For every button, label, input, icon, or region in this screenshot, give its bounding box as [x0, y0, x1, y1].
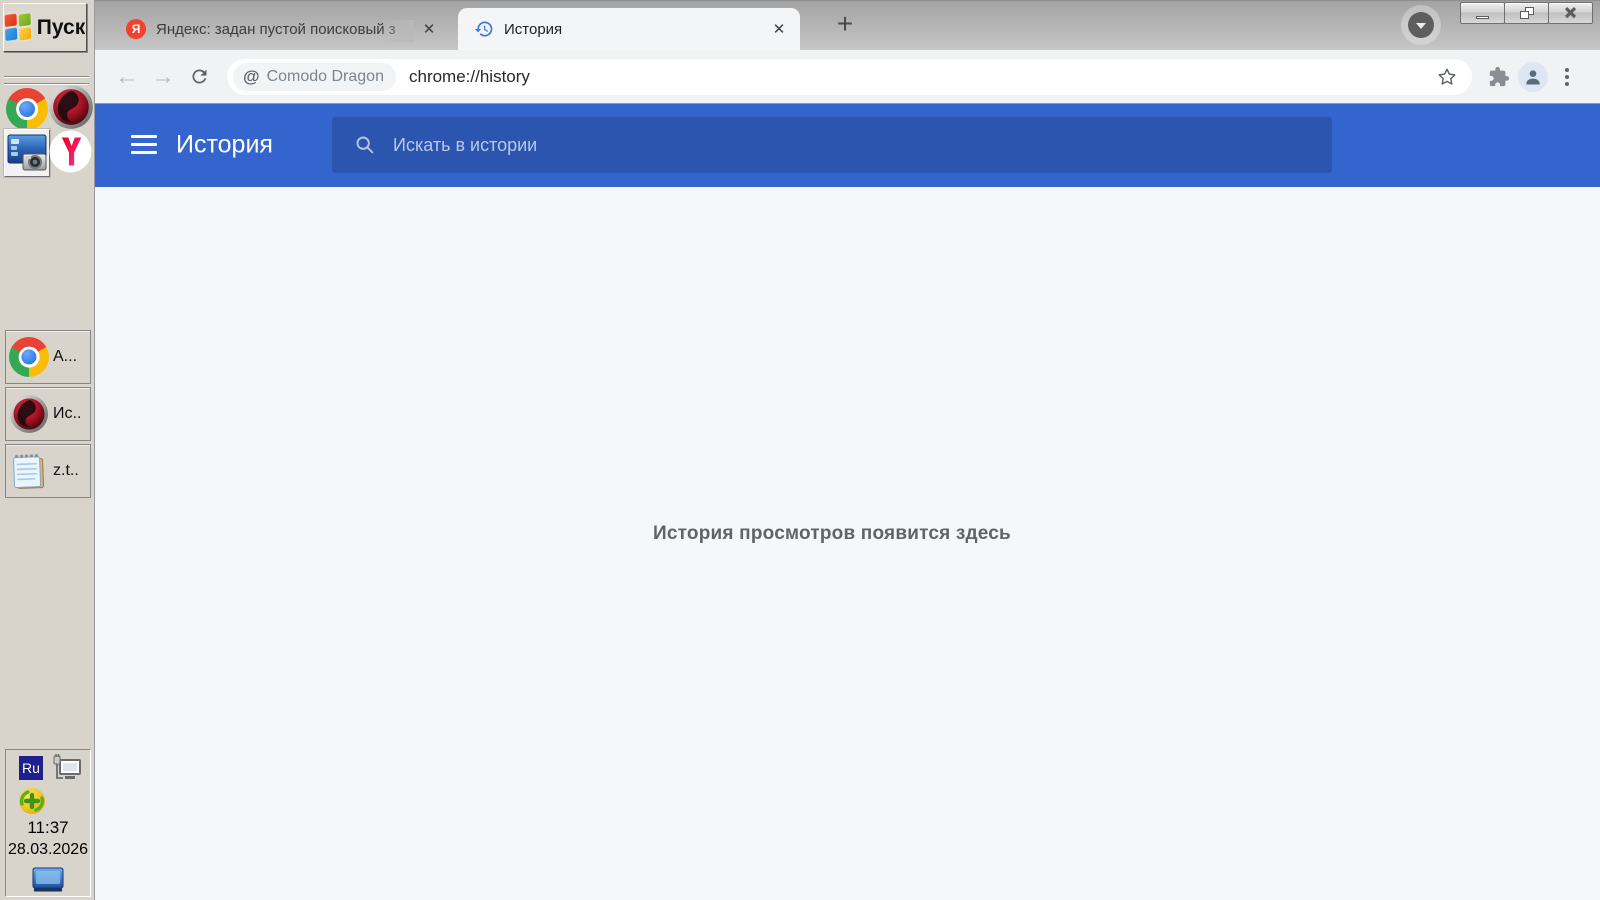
tab-strip: Я Яндекс: задан пустой поисковый з ✕ Ист…	[95, 0, 1600, 50]
windows-logo-icon	[4, 12, 33, 42]
tab-yandex[interactable]: Я Яндекс: задан пустой поисковый з ✕	[110, 8, 450, 50]
taskbar-button-chrome[interactable]: А...	[5, 330, 91, 384]
url-text[interactable]: chrome://history	[409, 67, 1430, 87]
notepad-icon	[13, 454, 45, 489]
back-button[interactable]: ←	[109, 59, 145, 95]
history-search-box[interactable]	[332, 117, 1332, 173]
comodo-dragon-icon	[10, 395, 48, 433]
site-chip-label: Comodo Dragon	[266, 67, 384, 85]
chevron-down-icon	[1408, 12, 1434, 38]
search-icon	[356, 136, 374, 154]
hamburger-menu-icon[interactable]	[131, 135, 157, 154]
taskbar-button-label: А...	[53, 348, 78, 365]
taskbar-button-comodo-history[interactable]: Ис..	[5, 387, 91, 441]
taskbar-separator	[4, 76, 89, 78]
history-page-title: История	[176, 129, 273, 158]
history-empty-message: История просмотров появится здесь	[653, 523, 1011, 544]
restore-button[interactable]	[1504, 2, 1549, 24]
taskbar: Пуск А... Ис.. z.t.. Ru 11:37 28.03.2026	[0, 0, 95, 900]
tab-title: Яндекс: задан пустой поисковый з	[156, 20, 396, 38]
minimize-button[interactable]	[1460, 2, 1505, 24]
tab-list-dropdown-button[interactable]	[1401, 5, 1441, 45]
reload-icon	[191, 69, 206, 84]
tab-title: История	[504, 20, 563, 38]
history-clock-favicon	[474, 19, 494, 39]
comodo-dragon-icon: @	[243, 66, 260, 86]
quicklaunch-yandex-browser-icon[interactable]	[49, 130, 92, 178]
taskbar-button-notepad[interactable]: z.t..	[5, 444, 91, 498]
browser-toolbar: ← → @ Comodo Dragon chrome://history	[95, 50, 1600, 104]
tab-history-active[interactable]: История ✕	[458, 8, 800, 50]
quicklaunch-screenshot-tool-icon[interactable]	[4, 129, 50, 177]
site-info-chip[interactable]: @ Comodo Dragon	[233, 62, 396, 91]
start-button-label: Пуск	[36, 15, 86, 39]
security-icon[interactable]	[18, 787, 46, 820]
browser-window: Я Яндекс: задан пустой поисковый з ✕ Ист…	[95, 0, 1600, 900]
three-dots-icon	[1565, 67, 1569, 86]
close-button[interactable]: ✕	[1548, 2, 1593, 24]
reload-button[interactable]	[181, 59, 217, 95]
window-controls: ✕	[1460, 2, 1593, 24]
forward-button[interactable]: →	[145, 59, 181, 95]
history-page-content: История просмотров появится здесь	[95, 187, 1600, 900]
profile-avatar[interactable]	[1516, 60, 1550, 94]
history-page-toolbar: История	[95, 104, 1600, 187]
tray-clock-date[interactable]: 28.03.2026	[6, 841, 90, 859]
display-settings-icon[interactable]	[32, 867, 64, 898]
chrome-icon	[9, 337, 49, 377]
quicklaunch-chrome-icon[interactable]	[6, 88, 48, 130]
system-tray: Ru 11:37 28.03.2026	[5, 749, 91, 897]
address-bar[interactable]: @ Comodo Dragon chrome://history	[227, 58, 1472, 95]
start-button[interactable]: Пуск	[3, 3, 87, 52]
extensions-puzzle-icon[interactable]	[1482, 60, 1516, 94]
tray-clock-time[interactable]: 11:37	[6, 818, 90, 838]
history-search-input[interactable]	[393, 134, 1243, 156]
taskbar-button-label: z.t..	[53, 462, 79, 479]
tab-title-fade	[380, 20, 414, 42]
bookmark-star-icon[interactable]	[1430, 60, 1464, 94]
network-icon[interactable]	[51, 754, 83, 789]
quicklaunch-comodo-dragon-icon[interactable]	[48, 84, 94, 135]
tab-close-icon[interactable]: ✕	[418, 18, 440, 40]
tab-close-icon[interactable]: ✕	[768, 18, 790, 40]
browser-menu-button[interactable]	[1550, 60, 1584, 94]
yandex-favicon: Я	[126, 19, 146, 39]
new-tab-button[interactable]: +	[830, 8, 860, 39]
language-indicator[interactable]: Ru	[19, 756, 43, 780]
taskbar-button-label: Ис..	[53, 405, 82, 422]
